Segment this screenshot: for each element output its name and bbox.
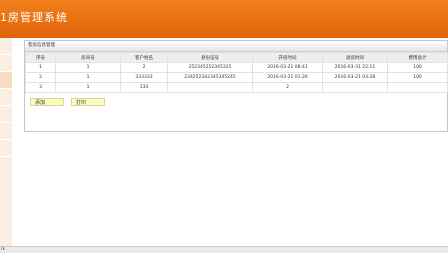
sidebar bbox=[0, 38, 12, 246]
sidebar-item[interactable] bbox=[0, 140, 12, 157]
status-text: rk bbox=[1, 246, 5, 251]
table-cell: 252345252345325 bbox=[167, 62, 253, 73]
table-cell bbox=[167, 82, 253, 93]
table-cell: 2016-03-21 08:41 bbox=[252, 62, 323, 73]
table-cell: 2 bbox=[25, 72, 56, 83]
table-cell bbox=[387, 82, 448, 93]
column-header: 身份证号 bbox=[167, 52, 253, 63]
table-cell: 1 bbox=[55, 82, 121, 93]
table-cell: 1 bbox=[55, 62, 121, 73]
table-cell: 100 bbox=[387, 62, 448, 73]
table-row[interactable]: 1 1 2 252345252345325 2016-03-21 08:41 2… bbox=[25, 62, 448, 73]
table-cell: 1 bbox=[55, 72, 121, 83]
table-cell: 2 bbox=[252, 82, 323, 93]
sidebar-item[interactable] bbox=[0, 106, 12, 123]
column-header: 序号 bbox=[25, 52, 56, 63]
print-button[interactable]: 打印 bbox=[71, 98, 105, 106]
room-table: 序号 房间号 客户姓名 身份证号 开房时间 退房时间 费用总计 1 1 2 25… bbox=[25, 52, 448, 93]
table-cell: 2 bbox=[120, 62, 168, 73]
table-row[interactable]: 2 1 333333 234252342345345245 2016-03-21… bbox=[25, 72, 448, 83]
app-title: 1房管理系统 bbox=[0, 11, 68, 24]
table-cell bbox=[322, 82, 388, 93]
table-cell: 2016-03-21 01:26 bbox=[252, 72, 323, 83]
sidebar-item-selected[interactable] bbox=[0, 72, 12, 89]
sidebar-item[interactable] bbox=[0, 89, 12, 106]
main-content: 客房信息管理 序号 房间号 客户姓名 身份证号 开房时间 退房时间 费用总计 1… bbox=[12, 38, 448, 246]
sidebar-item[interactable] bbox=[0, 55, 12, 72]
column-header: 退房时间 bbox=[322, 52, 388, 63]
sidebar-item[interactable] bbox=[0, 38, 12, 55]
table-cell: 234252342345345245 bbox=[167, 72, 253, 83]
table-cell: 100 bbox=[387, 72, 448, 83]
table-cell: 333333 bbox=[120, 72, 168, 83]
column-header: 房间号 bbox=[55, 52, 121, 63]
table-header-row: 序号 房间号 客户姓名 身份证号 开房时间 退房时间 费用总计 bbox=[25, 52, 448, 63]
column-header: 客户姓名 bbox=[120, 52, 168, 63]
panel-title: 客房信息管理 bbox=[25, 41, 447, 52]
column-header: 费用总计 bbox=[387, 52, 448, 63]
add-button[interactable]: 添加 bbox=[30, 98, 64, 106]
app-header: 1房管理系统 bbox=[0, 0, 448, 38]
column-header: 开房时间 bbox=[252, 52, 323, 63]
table-cell: 2016-03-21 03:28 bbox=[322, 72, 388, 83]
sidebar-item[interactable] bbox=[0, 123, 12, 140]
table-cell: 333 bbox=[120, 82, 168, 93]
room-info-panel: 客房信息管理 序号 房间号 客户姓名 身份证号 开房时间 退房时间 费用总计 1… bbox=[24, 40, 448, 132]
table-row[interactable]: 3 1 333 2 bbox=[25, 82, 448, 93]
table-cell: 2016-03-31 22:11 bbox=[322, 62, 388, 73]
table-cell: 1 bbox=[25, 62, 56, 73]
table-cell: 3 bbox=[25, 82, 56, 93]
